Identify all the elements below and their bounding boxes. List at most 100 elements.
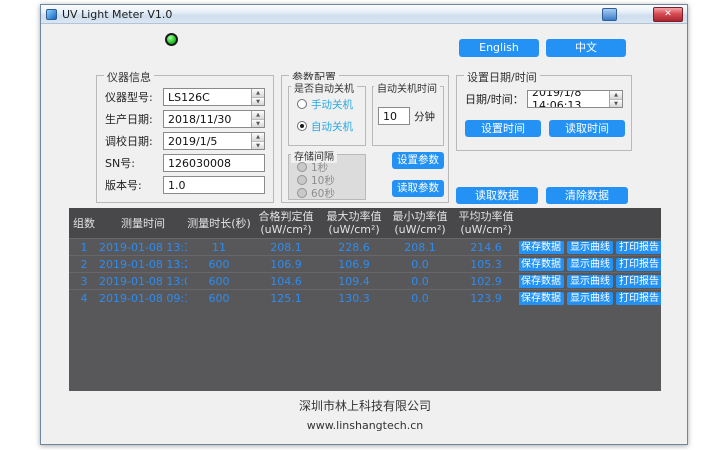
header-max-power: 最大功率值(uW/cm²): [321, 208, 387, 238]
table-header-row: 组数 测量时间 测量时长(秒) 合格判定值(uW/cm²) 最大功率值(uW/c…: [69, 208, 661, 238]
shutdown-time-title: 自动关机时间: [374, 80, 440, 95]
show-curve-button[interactable]: 显示曲线: [567, 241, 613, 254]
datetime-spinner[interactable]: ▲ ▼: [609, 91, 622, 107]
cell-time: 2019-01-08 13:35:47: [99, 241, 187, 254]
spinner-down-icon[interactable]: ▼: [610, 100, 622, 108]
version-field[interactable]: 1.0: [163, 176, 265, 194]
save-data-button[interactable]: 保存数据: [519, 241, 564, 254]
header-min-power: 最小功率值(uW/cm²): [387, 208, 453, 238]
calibration-date-field[interactable]: 2019/1/5 ▲ ▼: [163, 132, 265, 150]
calibration-date-spinner[interactable]: ▲ ▼: [251, 133, 264, 149]
radio-checked-icon: [297, 121, 307, 131]
device-model-spinner[interactable]: ▲ ▼: [251, 89, 264, 105]
window-title: UV Light Meter V1.0: [62, 8, 172, 21]
cell-min: 208.1: [387, 241, 453, 254]
cell-avg: 102.9: [453, 275, 519, 288]
spinner-up-icon[interactable]: ▲: [252, 111, 264, 120]
cell-pass-value: 104.6: [251, 275, 321, 288]
save-data-button[interactable]: 保存数据: [519, 292, 564, 305]
read-params-button[interactable]: 读取参数: [392, 180, 444, 197]
header-group: 组数: [69, 208, 99, 238]
cell-pass-value: 106.9: [251, 258, 321, 271]
datetime-field[interactable]: 2019/1/8 14:06:13 ▲ ▼: [527, 90, 623, 108]
calibration-date-label: 调校日期:: [105, 133, 163, 149]
cell-time: 2019-01-08 09:19:35: [99, 292, 187, 305]
app-window: UV Light Meter V1.0 ✕ English 中文 仪器信息 仪器…: [40, 4, 688, 445]
device-model-field[interactable]: LS126C ▲ ▼: [163, 88, 265, 106]
print-report-button[interactable]: 打印报告: [616, 292, 661, 305]
show-curve-button[interactable]: 显示曲线: [567, 275, 613, 288]
cell-min: 0.0: [387, 275, 453, 288]
header-avg-power: 平均功率值(uW/cm²): [453, 208, 519, 238]
manual-shutdown-label: 手动关机: [311, 97, 353, 112]
production-date-spinner[interactable]: ▲ ▼: [251, 111, 264, 127]
spinner-up-icon[interactable]: ▲: [252, 89, 264, 98]
serial-number-value: 126030008: [168, 157, 231, 170]
calibration-date-value: 2019/1/5: [168, 135, 217, 148]
cell-group: 2: [69, 258, 99, 271]
save-data-button[interactable]: 保存数据: [519, 275, 564, 288]
device-info-title: 仪器信息: [104, 69, 154, 85]
cell-max: 228.6: [321, 241, 387, 254]
spinner-up-icon[interactable]: ▲: [252, 133, 264, 142]
cell-duration: 600: [187, 258, 251, 271]
spinner-up-icon[interactable]: ▲: [610, 91, 622, 100]
cell-duration: 600: [187, 275, 251, 288]
radio-unchecked-icon: [297, 99, 307, 109]
header-actions: [519, 208, 661, 238]
print-report-button[interactable]: 打印报告: [616, 241, 661, 254]
cell-avg: 105.3: [453, 258, 519, 271]
cell-max: 106.9: [321, 258, 387, 271]
device-model-value: LS126C: [168, 91, 210, 104]
row-actions: 保存数据 显示曲线 打印报告: [519, 258, 661, 271]
storage-interval-group: 存储间隔 1秒 10秒 60秒: [288, 154, 366, 200]
auto-shutdown-radio[interactable]: 自动关机: [297, 119, 353, 133]
datetime-row: 日期/时间： 2019/1/8 14:06:13 ▲ ▼: [465, 90, 623, 108]
serial-number-label: SN号:: [105, 155, 163, 171]
version-value: 1.0: [168, 179, 186, 192]
print-report-button[interactable]: 打印报告: [616, 275, 661, 288]
close-button[interactable]: ✕: [653, 7, 683, 22]
titlebar: UV Light Meter V1.0 ✕: [41, 5, 687, 24]
shutdown-time-row: 10 分钟: [378, 107, 439, 125]
show-curve-button[interactable]: 显示曲线: [567, 258, 613, 271]
set-time-button[interactable]: 设置时间: [465, 120, 541, 137]
datetime-group: 设置日期/时间 日期/时间： 2019/1/8 14:06:13 ▲ ▼ 设置时…: [456, 75, 632, 151]
shutdown-time-field[interactable]: 10: [378, 107, 410, 125]
read-data-button[interactable]: 读取数据: [456, 187, 538, 204]
save-data-button[interactable]: 保存数据: [519, 258, 564, 271]
table-row: 2 2019-01-08 13:20:04 600 106.9 106.9 0.…: [69, 255, 661, 272]
status-led-indicator: [165, 33, 178, 46]
cell-pass-value: 125.1: [251, 292, 321, 305]
version-label: 版本号:: [105, 177, 163, 193]
auto-shutdown-label: 自动关机: [311, 119, 353, 134]
shutdown-time-unit: 分钟: [414, 109, 435, 124]
minimize-button[interactable]: [602, 8, 617, 21]
row-actions: 保存数据 显示曲线 打印报告: [519, 241, 661, 254]
production-date-field[interactable]: 2018/11/30 ▲ ▼: [163, 110, 265, 128]
cell-duration: 11: [187, 241, 251, 254]
spinner-down-icon[interactable]: ▼: [252, 98, 264, 106]
auto-shutdown-title: 是否自动关机: [291, 80, 357, 95]
param-config-group: 参数配置 是否自动关机 手动关机 自动关机 自动关机时间 10 分钟 存储间隔: [281, 75, 449, 203]
interval-60s-radio[interactable]: 60秒: [297, 186, 335, 200]
manual-shutdown-radio[interactable]: 手动关机: [297, 97, 353, 111]
read-time-button[interactable]: 读取时间: [549, 120, 625, 137]
device-model-row: 仪器型号: LS126C ▲ ▼: [105, 88, 265, 106]
radio-disabled-icon: [297, 188, 307, 198]
print-report-button[interactable]: 打印报告: [616, 258, 661, 271]
serial-number-row: SN号: 126030008: [105, 154, 265, 172]
serial-number-field[interactable]: 126030008: [163, 154, 265, 172]
show-curve-button[interactable]: 显示曲线: [567, 292, 613, 305]
spinner-down-icon[interactable]: ▼: [252, 142, 264, 150]
clear-data-button[interactable]: 清除数据: [546, 187, 628, 204]
english-button[interactable]: English: [459, 39, 539, 57]
spinner-down-icon[interactable]: ▼: [252, 120, 264, 128]
table-row: 3 2019-01-08 13:08:46 600 104.6 109.4 0.…: [69, 272, 661, 289]
measurement-table: 组数 测量时间 测量时长(秒) 合格判定值(uW/cm²) 最大功率值(uW/c…: [69, 208, 661, 391]
radio-disabled-icon: [297, 175, 307, 185]
chinese-button[interactable]: 中文: [546, 39, 626, 57]
set-params-button[interactable]: 设置参数: [392, 152, 444, 169]
cell-avg: 214.6: [453, 241, 519, 254]
cell-max: 109.4: [321, 275, 387, 288]
